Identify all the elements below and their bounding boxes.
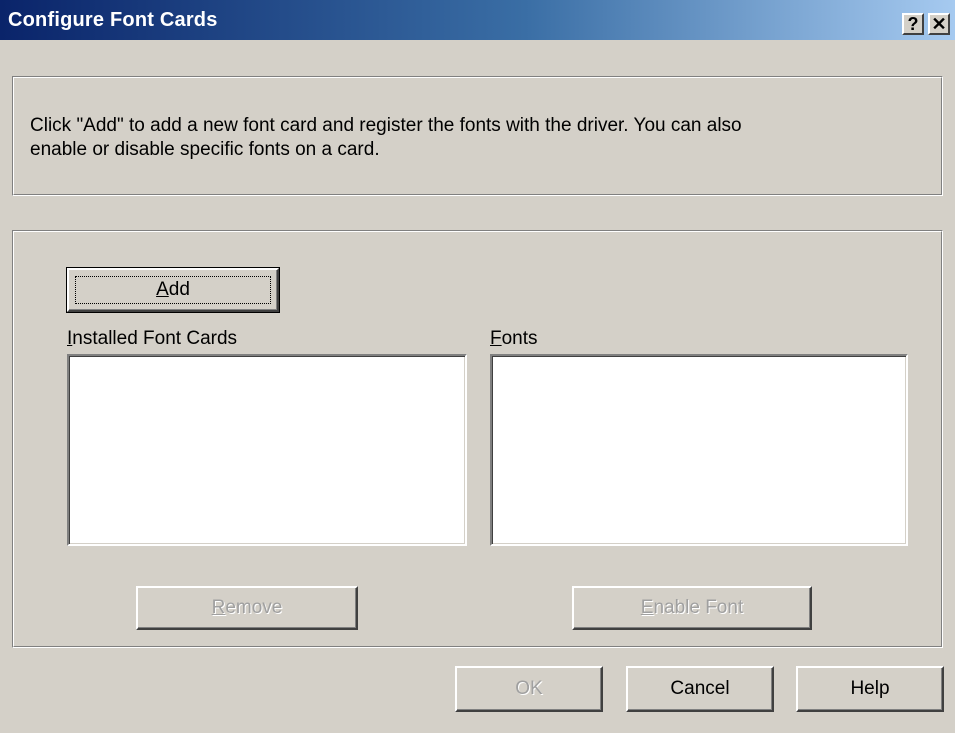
- remove-button[interactable]: Remove: [136, 586, 358, 630]
- close-icon[interactable]: ✕: [928, 13, 950, 35]
- help-button[interactable]: Help: [796, 666, 944, 712]
- fonts-list[interactable]: [490, 354, 908, 546]
- installed-font-cards-list[interactable]: [67, 354, 467, 546]
- title-bar[interactable]: Configure Font Cards ? ✕: [0, 0, 955, 40]
- fonts-label: Fonts: [490, 328, 538, 349]
- ok-button[interactable]: OK: [455, 666, 603, 712]
- info-text: Click "Add" to add a new font card and r…: [30, 114, 910, 162]
- info-line-1: Click "Add" to add a new font card and r…: [30, 115, 742, 136]
- info-line-2: enable or disable specific fonts on a ca…: [30, 139, 380, 160]
- enable-font-button[interactable]: Enable Font: [572, 586, 812, 630]
- cancel-button[interactable]: Cancel: [626, 666, 774, 712]
- installed-font-cards-label: Installed Font Cards: [67, 328, 238, 349]
- add-button[interactable]: Add: [66, 267, 280, 313]
- help-question-icon[interactable]: ?: [902, 13, 924, 35]
- window-title: Configure Font Cards: [8, 9, 218, 31]
